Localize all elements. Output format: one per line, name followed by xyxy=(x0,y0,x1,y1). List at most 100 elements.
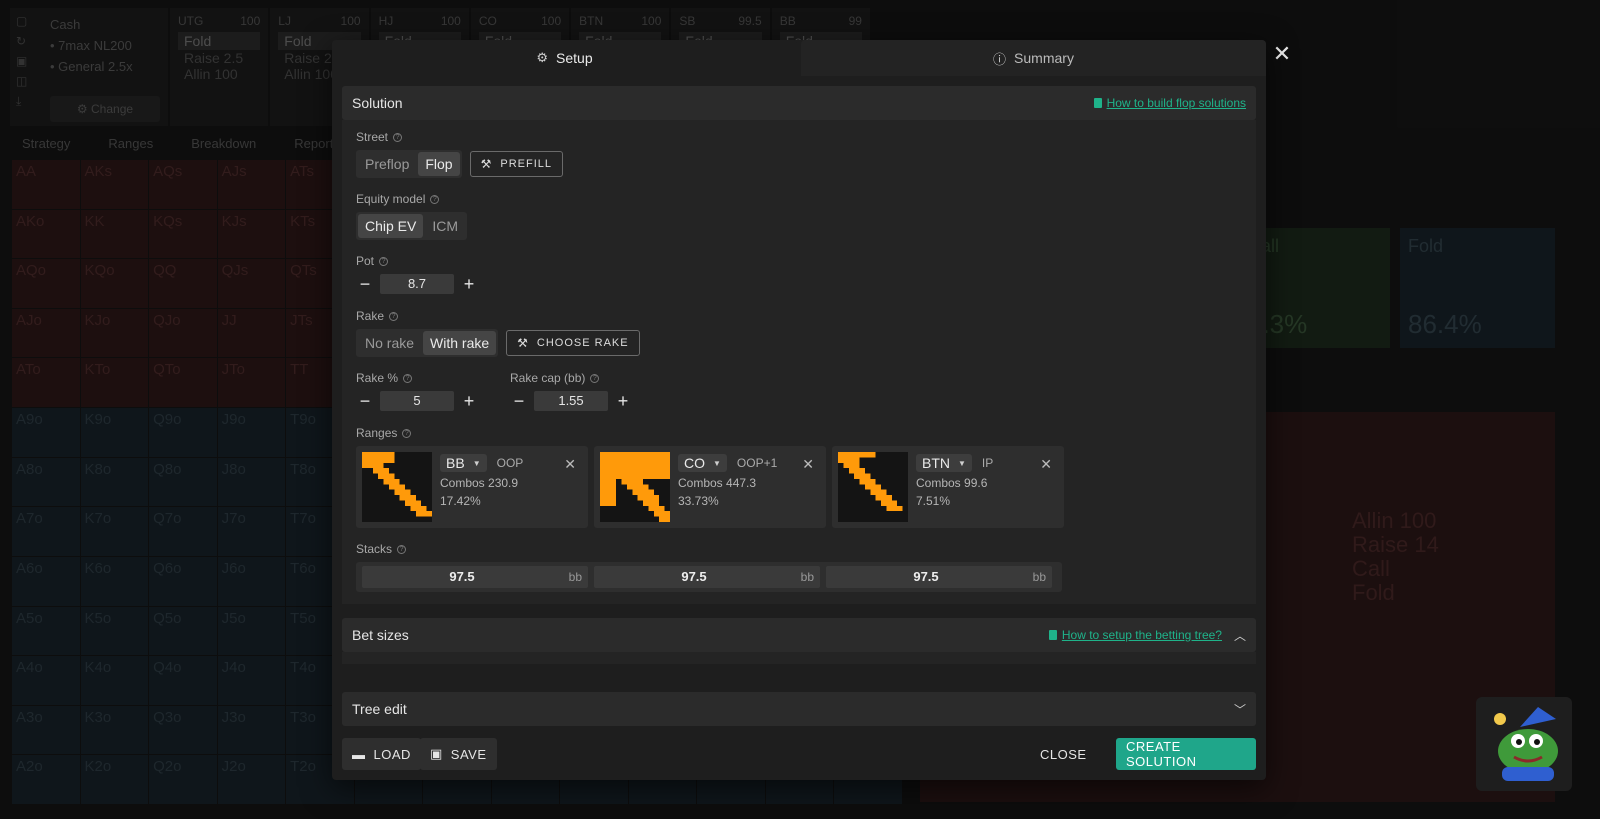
range-cell xyxy=(367,452,373,458)
rake-pct-increment-button[interactable]: + xyxy=(460,392,478,410)
modal-content[interactable]: Solution How to build flop solutions Str… xyxy=(342,86,1256,722)
range-cell xyxy=(875,484,882,490)
stack-input-bb[interactable]: 97.5 bb xyxy=(362,566,588,588)
range-card-bb[interactable]: BB ▼ OOP ✕ Combos 230.9 17.42% xyxy=(356,446,588,528)
range-cell xyxy=(362,457,368,463)
range-cell xyxy=(875,495,882,501)
range-combos: Combos 230.9 xyxy=(440,476,519,490)
help-icon[interactable]: ? xyxy=(397,544,407,554)
pot-increment-button[interactable]: + xyxy=(460,275,478,293)
range-combos: Combos 447.3 xyxy=(678,476,757,490)
stack-unit: bb xyxy=(568,570,582,584)
rake-with[interactable]: With rake xyxy=(423,331,497,355)
create-solution-label: CREATE SOLUTION xyxy=(1126,739,1197,769)
range-cell xyxy=(886,495,892,501)
remove-range-icon[interactable]: ✕ xyxy=(802,456,814,473)
position-value: BTN xyxy=(922,455,950,471)
range-cell xyxy=(854,468,860,474)
equity-icm[interactable]: ICM xyxy=(425,214,465,238)
betting-tree-help-link[interactable]: How to setup the betting tree? xyxy=(1048,628,1222,642)
rake-pct-input[interactable]: 5 xyxy=(380,391,454,411)
bet-sizes-header[interactable]: Bet sizes How to setup the betting tree?… xyxy=(342,618,1256,652)
range-cell xyxy=(610,489,617,496)
info-icon: ⓘ xyxy=(993,51,1007,67)
range-cell xyxy=(843,462,849,469)
range-grid-graphic xyxy=(838,452,903,512)
range-cell xyxy=(643,473,649,479)
range-cell xyxy=(388,478,395,485)
chevron-up-icon[interactable]: ︿ xyxy=(1234,627,1246,644)
help-icon[interactable]: ? xyxy=(389,311,399,321)
help-icon[interactable]: ? xyxy=(393,132,403,142)
range-cell xyxy=(653,495,660,501)
range-cell xyxy=(605,462,611,469)
range-cell xyxy=(653,511,660,517)
range-cell xyxy=(415,511,422,517)
stack-input-co[interactable]: 97.5 bb xyxy=(594,566,820,588)
help-icon[interactable]: ? xyxy=(379,256,389,266)
choose-rake-button[interactable]: ⚒ CHOOSE RAKE xyxy=(506,330,640,356)
range-cell xyxy=(626,473,633,479)
stacks-inputs: 97.5 bb 97.5 bb 97.5 bb xyxy=(356,562,1062,592)
tab-setup[interactable]: ⚙ Setup xyxy=(332,40,797,76)
prefill-button[interactable]: ⚒ PREFILL xyxy=(469,151,563,177)
range-cell xyxy=(394,484,400,490)
range-cell xyxy=(643,468,649,474)
range-cell xyxy=(362,452,368,458)
position-dropdown[interactable]: CO ▼ xyxy=(678,454,727,472)
help-icon[interactable]: ? xyxy=(430,194,440,204)
rake-cap-decrement-button[interactable]: − xyxy=(510,392,528,410)
range-cell xyxy=(600,468,606,474)
solution-setup-modal: ⚙ Setup ⓘ Summary Solution How to build … xyxy=(332,40,1266,780)
create-solution-button[interactable]: CREATE SOLUTION xyxy=(1116,738,1256,770)
chevron-down-icon[interactable]: ﹀ xyxy=(1234,701,1246,718)
rake-cap-increment-button[interactable]: + xyxy=(614,392,632,410)
rake-pct-stepper: − 5 + xyxy=(356,391,478,411)
range-cell xyxy=(383,452,389,458)
magic-wand-icon: ⚒ xyxy=(480,157,493,171)
range-card-co[interactable]: CO ▼ OOP+1 ✕ Combos 447.3 33.73% xyxy=(594,446,826,528)
pot-input[interactable]: 8.7 xyxy=(380,274,454,294)
street-flop[interactable]: Flop xyxy=(418,152,460,176)
stack-input-btn[interactable]: 97.5 bb xyxy=(826,566,1052,588)
tree-edit-header[interactable]: Tree edit ﹀ xyxy=(342,692,1256,726)
range-card-btn[interactable]: BTN ▼ IP ✕ Combos 99.6 7.51% xyxy=(832,446,1064,528)
rake-pct-decrement-button[interactable]: − xyxy=(356,392,374,410)
position-dropdown[interactable]: BTN ▼ xyxy=(916,454,972,472)
position-dropdown[interactable]: BB ▼ xyxy=(440,454,487,472)
range-cell xyxy=(659,473,665,479)
range-cell xyxy=(605,495,611,501)
range-cell xyxy=(864,478,871,485)
range-cell xyxy=(653,457,660,463)
range-cell xyxy=(664,468,670,474)
equity-chip-ev[interactable]: Chip EV xyxy=(358,214,424,238)
range-thumbnail[interactable] xyxy=(600,452,670,522)
remove-range-icon[interactable]: ✕ xyxy=(564,456,576,473)
range-grid-graphic xyxy=(600,452,670,522)
range-cell xyxy=(421,505,427,512)
save-button[interactable]: ▣ SAVE xyxy=(420,738,497,770)
range-thumbnail[interactable] xyxy=(838,452,908,522)
assistant-mascot[interactable] xyxy=(1476,697,1572,791)
help-icon[interactable]: ? xyxy=(590,373,600,383)
flop-solutions-help-link[interactable]: How to build flop solutions xyxy=(1093,96,1246,110)
help-link-text: How to build flop solutions xyxy=(1106,96,1246,110)
close-button[interactable]: CLOSE xyxy=(1030,738,1097,770)
range-cell xyxy=(648,500,654,506)
rake-none[interactable]: No rake xyxy=(358,331,421,355)
range-cell xyxy=(605,484,611,490)
remove-range-icon[interactable]: ✕ xyxy=(1040,456,1052,473)
tab-summary[interactable]: ⓘ Summary xyxy=(801,40,1266,76)
range-cell xyxy=(886,500,892,506)
range-cell xyxy=(605,478,611,485)
street-preflop[interactable]: Preflop xyxy=(358,152,416,176)
help-icon[interactable]: ? xyxy=(402,428,412,438)
close-icon[interactable]: ✕ xyxy=(1268,42,1296,70)
rake-cap-input[interactable]: 1.55 xyxy=(534,391,608,411)
range-cell xyxy=(653,505,660,512)
help-icon[interactable]: ? xyxy=(403,373,413,383)
load-button[interactable]: ▬ LOAD xyxy=(342,738,421,770)
range-thumbnail[interactable] xyxy=(362,452,432,522)
tab-summary-label: Summary xyxy=(1014,50,1074,66)
pot-decrement-button[interactable]: − xyxy=(356,275,374,293)
